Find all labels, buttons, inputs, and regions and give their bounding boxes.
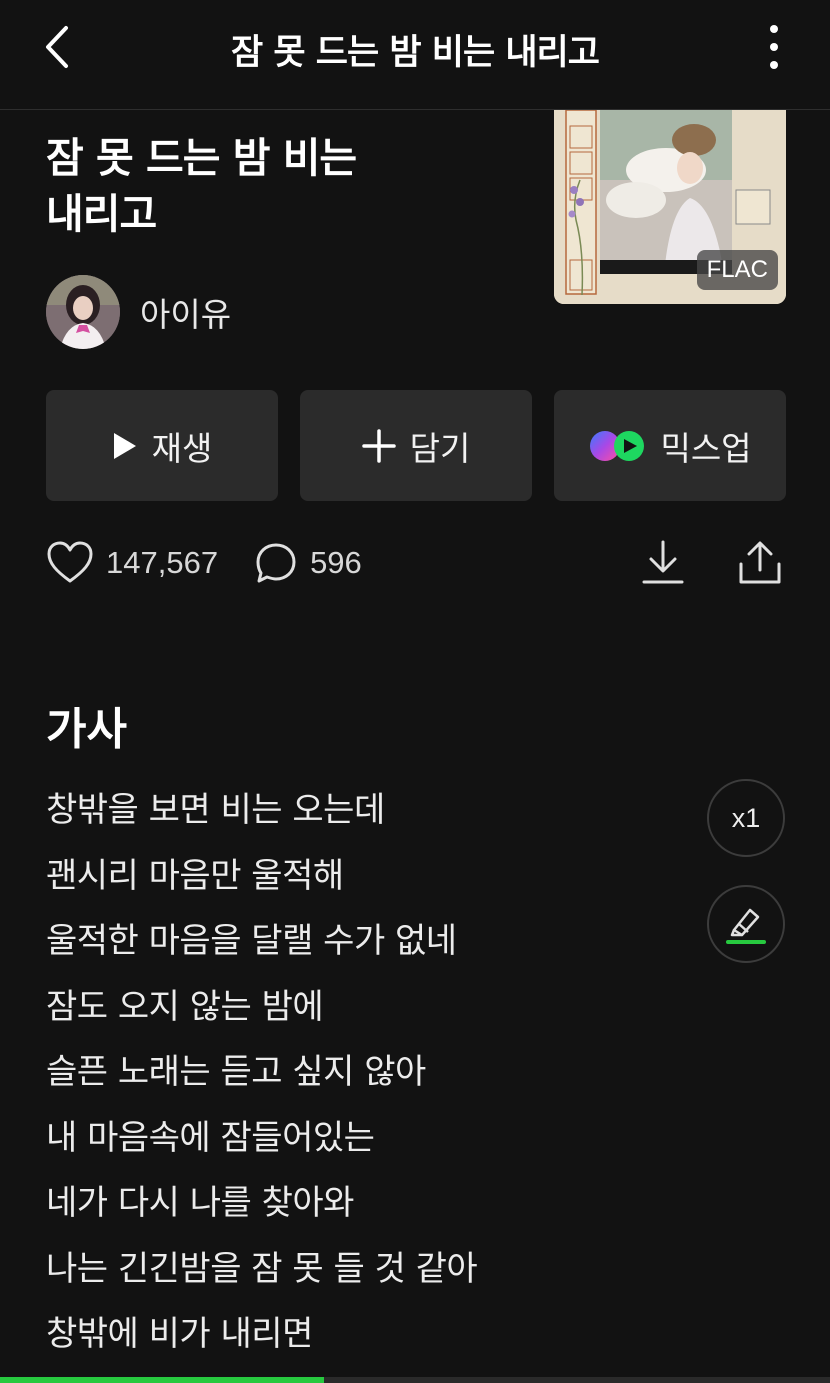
download-icon	[642, 540, 684, 584]
lyrics-list[interactable]: 창밖을 보면 비는 오는데 괜시리 마음만 울적해 울적한 마음을 달랠 수가 …	[46, 779, 686, 1369]
add-to-playlist-button[interactable]: 담기	[300, 390, 532, 501]
lyric-line: 내 마음속에 잠들어있는	[46, 1117, 375, 1158]
lyrics-heading: 가사	[46, 704, 127, 755]
mixup-button-label: 믹스업	[660, 428, 752, 468]
lyric-line: 창밖을 보면 비는 오는데	[46, 790, 385, 830]
playback-progress-fill	[0, 1377, 324, 1383]
comment-button[interactable]: 596	[254, 541, 362, 585]
comment-icon	[256, 543, 296, 583]
share-button[interactable]	[737, 538, 783, 586]
like-count: 147,567	[106, 545, 219, 580]
page-title: 잠 못 드는 밤 비는 내리고	[231, 33, 600, 73]
lyrics-highlight-button[interactable]	[707, 885, 785, 963]
download-button[interactable]	[640, 538, 686, 586]
add-button-label: 담기	[409, 428, 471, 468]
more-vertical-icon	[770, 25, 778, 69]
artist-name: 아이유	[140, 295, 232, 334]
play-button[interactable]: 재생	[46, 390, 278, 501]
artist-link[interactable]: 아이유	[46, 274, 231, 350]
lyric-line: 나는 긴긴밤을 잠 못 들 것 같아	[46, 1248, 478, 1289]
lyric-line: 슬픈 노래는 듣고 싶지 않아	[46, 1052, 426, 1092]
lyric-line: 괜시리 마음만 울적해	[46, 855, 344, 896]
play-button-label: 재생	[151, 428, 213, 468]
lyric-line: 창밖에 비가 내리면	[46, 1314, 313, 1354]
playback-progress-bar[interactable]	[0, 1377, 830, 1383]
stats-row: 147,567 596	[46, 538, 362, 588]
flac-quality-badge: FLAC	[696, 250, 778, 290]
share-icon	[739, 541, 781, 584]
back-button[interactable]	[34, 22, 84, 72]
lyric-line: 네가 다시 나를 찾아와	[46, 1183, 354, 1223]
album-art[interactable]: FLAC	[554, 110, 786, 304]
more-options-button[interactable]	[750, 22, 798, 72]
highlighter-icon	[726, 908, 766, 944]
like-button[interactable]: 147,567	[46, 541, 218, 585]
top-bar: 잠 못 드는 밤 비는 내리고	[0, 0, 830, 110]
chevron-left-icon	[46, 26, 68, 68]
mixup-button[interactable]: 믹스업	[554, 390, 786, 501]
lyrics-speed-button[interactable]: x1	[707, 779, 785, 857]
song-title: 잠 못 드는 밤 비는 내리고	[46, 130, 526, 242]
heart-icon	[47, 541, 93, 583]
artist-avatar	[46, 275, 120, 349]
lyric-line: 울적한 마음을 달랠 수가 없네	[46, 921, 457, 961]
play-icon	[113, 432, 136, 459]
mixup-icon	[590, 430, 645, 461]
comment-count: 596	[310, 545, 362, 580]
lyric-line: 잠도 오지 않는 밤에	[46, 986, 324, 1027]
song-title-line1: 잠 못 드는 밤 비는	[46, 134, 357, 182]
song-title-line2: 내리고	[46, 190, 157, 238]
plus-icon	[361, 428, 396, 463]
